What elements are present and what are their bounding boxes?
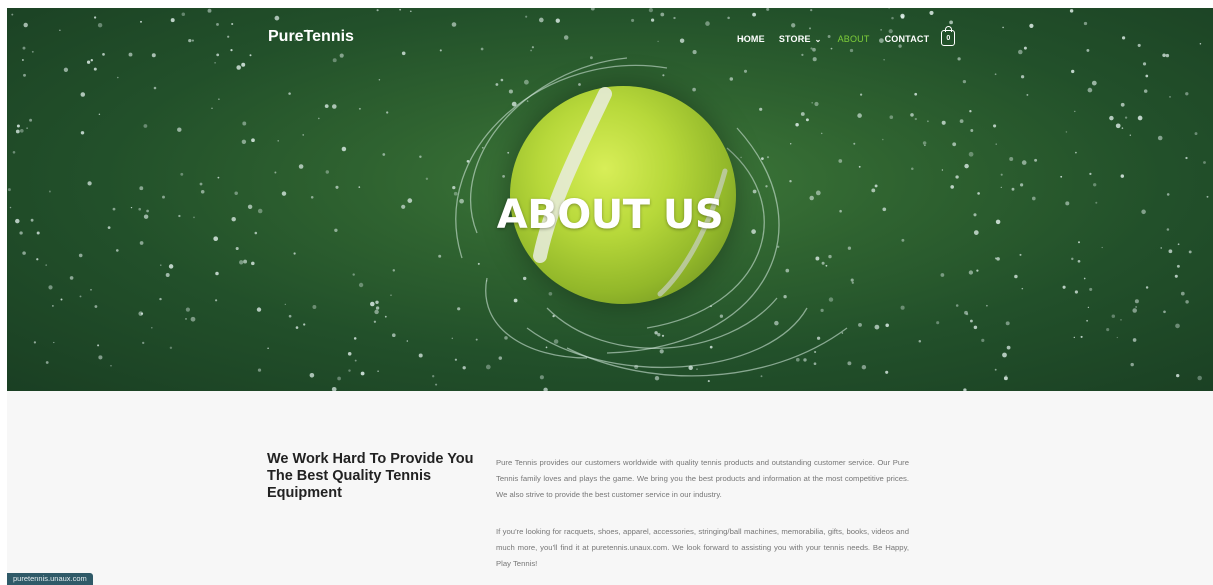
hero-banner: ABOUT US (7, 8, 1213, 391)
status-bar-url: puretennis.unaux.com (7, 573, 93, 585)
about-heading: We Work Hard To Provide You The Best Qua… (267, 451, 474, 501)
about-paragraph-2: If you're looking for racquets, shoes, a… (496, 527, 909, 569)
nav-home-label: HOME (737, 34, 765, 44)
cart-icon[interactable]: 0 (941, 26, 956, 46)
nav-store-label: STORE (778, 34, 811, 44)
chevron-down-icon: ⌄ (814, 34, 822, 44)
site-logo[interactable]: PureTennis (268, 28, 354, 46)
about-paragraph-1: Pure Tennis provides our customers world… (496, 458, 909, 500)
page-frame: ABOUT US PureTennis HOME STORE ⌄ ABOUT CO… (7, 8, 1213, 585)
nav-about-label: ABOUT (837, 34, 870, 44)
nav-store[interactable]: STORE ⌄ (779, 34, 822, 44)
hero-title: ABOUT US (496, 192, 724, 238)
nav-home[interactable]: HOME (737, 34, 765, 44)
nav-contact-label: CONTACT (884, 34, 930, 44)
nav-about[interactable]: ABOUT (838, 34, 870, 44)
main-nav: HOME STORE ⌄ ABOUT CONTACT 0 (737, 26, 956, 46)
nav-contact[interactable]: CONTACT (885, 34, 930, 44)
cart-count: 0 (946, 34, 951, 42)
